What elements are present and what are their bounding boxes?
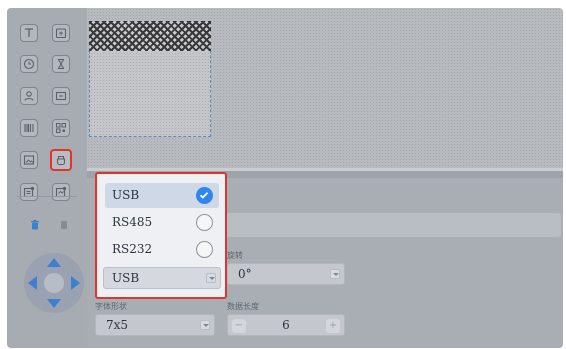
image-icon (23, 155, 35, 165)
datetime-tool-button[interactable] (52, 24, 70, 42)
sidebar-divider (17, 196, 77, 197)
user-icon (24, 91, 34, 101)
copy-icon[interactable] (60, 220, 68, 230)
chevron-down-icon (200, 320, 210, 330)
rotation-label: 旋转 (227, 251, 243, 260)
font-select[interactable]: 7x5 (95, 314, 215, 336)
option-usb[interactable]: USB (105, 183, 219, 208)
arrow-left-icon[interactable] (28, 276, 37, 290)
text-icon (25, 28, 33, 37)
font-label: 字体形状 (95, 302, 127, 311)
length-value: 6 (282, 318, 290, 332)
option-label: USB (112, 188, 140, 202)
app-window: 旋转 0° 字体形状 7x5 数据长度 − 6 + USB RS485 RS23… (0, 0, 566, 349)
delete-icon[interactable] (31, 220, 39, 230)
arrow-right-icon[interactable] (71, 276, 80, 290)
clock-icon (23, 58, 35, 70)
usb-icon (56, 155, 66, 166)
option-rs485[interactable]: RS485 (105, 210, 219, 235)
qrcode-tool-button[interactable] (52, 119, 70, 137)
interface-value: USB (112, 271, 140, 285)
font-value: 7x5 (106, 318, 129, 332)
option-label: RS232 (112, 242, 153, 256)
radio-unchecked-icon[interactable] (196, 214, 213, 231)
chevron-down-icon (330, 269, 340, 279)
serial-tool-button[interactable] (20, 87, 38, 105)
barcode-tool-button[interactable] (20, 119, 38, 137)
radio-unchecked-icon[interactable] (196, 241, 213, 258)
countdown-tool-button[interactable] (52, 55, 70, 73)
counter-icon (55, 91, 67, 101)
decrement-button[interactable]: − (232, 319, 246, 333)
editor-frame: 旋转 0° 字体形状 7x5 数据长度 − 6 + USB RS485 RS23… (7, 8, 563, 348)
clock-tool-button[interactable] (20, 55, 38, 73)
dpad-center[interactable] (44, 273, 64, 293)
rotation-select[interactable]: 0° (227, 263, 345, 285)
usb-tool-button[interactable] (50, 149, 72, 171)
counter-tool-button[interactable] (52, 87, 70, 105)
export-tool-button[interactable] (52, 183, 70, 201)
interface-dropdown: USB RS485 RS232 USB (95, 172, 227, 299)
length-label: 数据长度 (227, 302, 259, 311)
option-label: RS485 (112, 215, 153, 229)
arrow-up-icon[interactable] (47, 258, 61, 267)
length-stepper[interactable]: − 6 + (227, 314, 345, 336)
interface-select[interactable]: USB (103, 267, 221, 289)
usb-data-preview (89, 21, 211, 51)
rotation-value: 0° (238, 267, 252, 281)
arrow-down-icon[interactable] (47, 299, 61, 308)
qrcode-icon (56, 123, 66, 133)
increment-button[interactable]: + (326, 319, 340, 333)
image-tool-button[interactable] (20, 151, 38, 169)
chevron-down-icon (206, 273, 216, 283)
hourglass-icon (58, 58, 64, 70)
radio-checked-icon[interactable] (196, 187, 213, 204)
option-rs232[interactable]: RS232 (105, 237, 219, 262)
import-tool-button[interactable] (20, 183, 38, 201)
tool-sidebar (7, 8, 87, 348)
barcode-icon (24, 124, 34, 132)
calendar-icon (55, 28, 67, 39)
position-dpad[interactable] (24, 253, 84, 313)
text-tool-button[interactable] (20, 24, 38, 42)
